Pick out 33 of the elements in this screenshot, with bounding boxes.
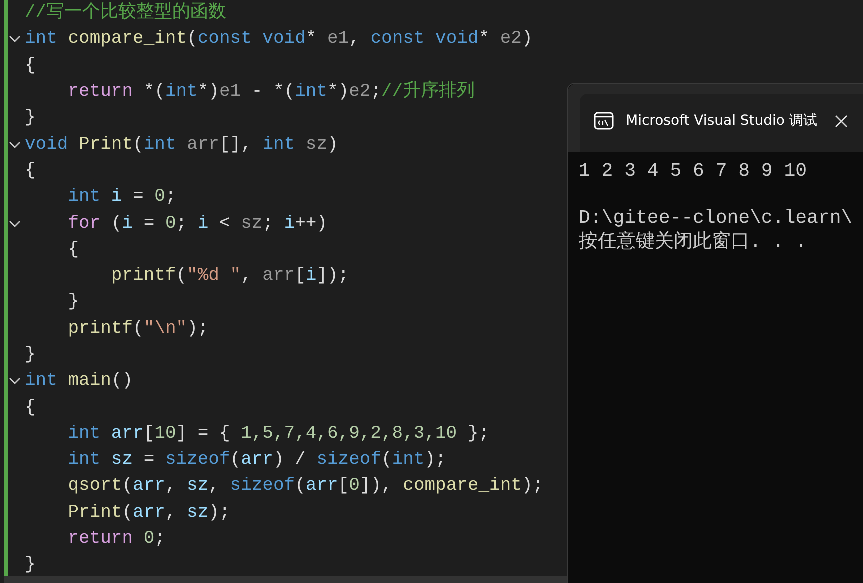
console-output-line: 1 2 3 4 5 6 7 8 9 10 bbox=[579, 160, 808, 182]
code-line: void Print(int arr[], int sz) bbox=[25, 134, 338, 157]
fold-chevron-icon[interactable] bbox=[8, 220, 20, 228]
code-line: } bbox=[25, 554, 36, 578]
code-line: } bbox=[25, 107, 36, 130]
code-line: printf("\n"); bbox=[67, 318, 209, 341]
code-line: qsort(arr, sz, sizeof(arr[0]), compare_int); bbox=[67, 475, 544, 498]
code-line: return *(int*)e1 - *(int*)e2;//升序排列 bbox=[67, 80, 476, 104]
code-line: int compare_int(const void* e1, const void* e2) bbox=[25, 28, 533, 52]
code-line: int arr[10] = { 1,5,7,4,6,9,2,8,3,10 }; bbox=[67, 422, 490, 446]
console-output-line: 按任意键关闭此窗口. . . bbox=[579, 230, 808, 252]
code-line: printf("%d ", arr[i]); bbox=[110, 265, 350, 288]
code-line: Print(arr, sz); bbox=[67, 502, 230, 525]
console-output-line: D:\gitee--clone\c.learn\ bbox=[579, 207, 853, 229]
console-tab[interactable]: Microsoft Visual Studio 调试 bbox=[580, 94, 863, 152]
console-title: Microsoft Visual Studio 调试 bbox=[626, 112, 818, 130]
code-line: for (i = 0; i < sz; i++) bbox=[67, 212, 328, 236]
fold-chevron-icon[interactable] bbox=[8, 35, 20, 44]
close-icon[interactable] bbox=[835, 114, 848, 128]
code-line: { bbox=[67, 238, 80, 262]
fold-chevron-icon[interactable] bbox=[8, 377, 20, 386]
code-line: int sz = sizeof(arr) / sizeof(int); bbox=[67, 449, 446, 472]
code-line: return 0; bbox=[67, 528, 166, 552]
code-line: } bbox=[25, 344, 36, 367]
code-line: } bbox=[67, 291, 80, 314]
fold-chevron-icon[interactable] bbox=[8, 140, 20, 149]
code-line: { bbox=[25, 54, 36, 78]
console-app-icon bbox=[594, 112, 614, 130]
code-line: { bbox=[25, 396, 36, 420]
code-line: int i = 0; bbox=[67, 186, 176, 210]
code-line: { bbox=[25, 160, 36, 183]
code-line: int main() bbox=[25, 370, 134, 394]
code-line: //写一个比较整型的函数 bbox=[25, 1, 227, 26]
